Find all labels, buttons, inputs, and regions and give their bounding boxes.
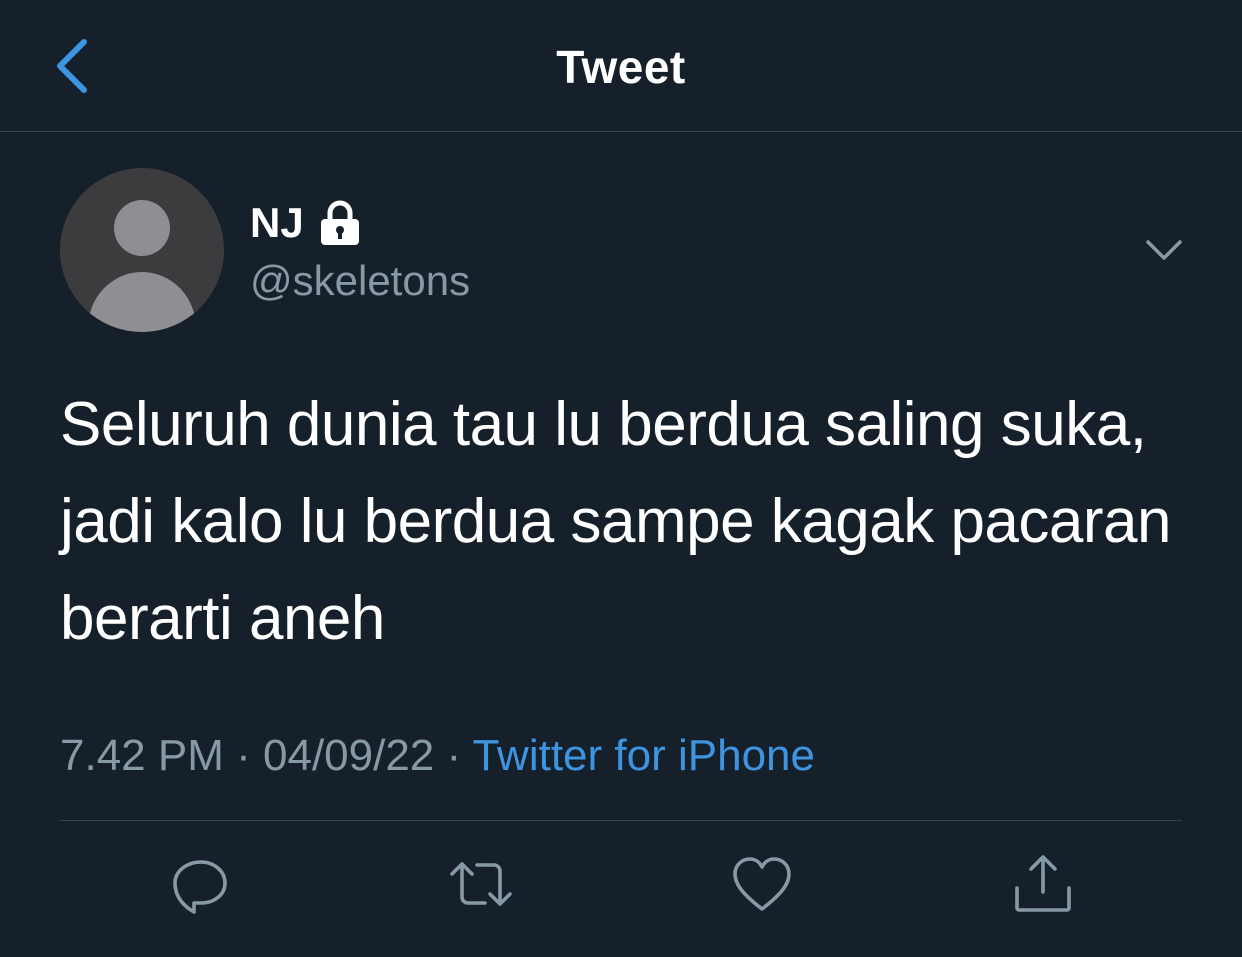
default-avatar-icon (60, 168, 224, 332)
share-icon (1015, 855, 1071, 912)
reply-icon (173, 860, 227, 914)
author-display-name: NJ (250, 199, 304, 246)
page-title: Tweet (556, 41, 686, 93)
divider (60, 820, 1182, 821)
author-display-name-row[interactable]: NJ (250, 198, 362, 248)
share-button[interactable] (1011, 852, 1075, 916)
lock-icon (320, 200, 359, 245)
retweet-button[interactable] (449, 852, 513, 916)
author-handle[interactable]: @skeletons (250, 256, 470, 306)
meta-separator: · (446, 731, 462, 780)
more-options-button[interactable] (1138, 226, 1190, 274)
meta-separator: · (236, 731, 251, 780)
tweet-text: Seluruh dunia tau lu berdua saling suka,… (60, 390, 1172, 653)
reply-button[interactable] (168, 852, 232, 916)
heart-icon (733, 857, 791, 911)
tweet-source-link[interactable]: Twitter for iPhone (473, 731, 815, 780)
tweet-time: 7.42 PM (60, 731, 224, 780)
tweet-date: 04/09/22 (263, 731, 435, 780)
like-button[interactable] (730, 852, 794, 916)
avatar[interactable] (60, 168, 224, 332)
chevron-down-icon (1146, 240, 1182, 260)
tweet-metadata: 7.42 PM · 04/09/22 · Twitter for iPhone (60, 728, 815, 784)
top-bar: Tweet (0, 0, 1242, 132)
retweet-icon (450, 862, 512, 906)
